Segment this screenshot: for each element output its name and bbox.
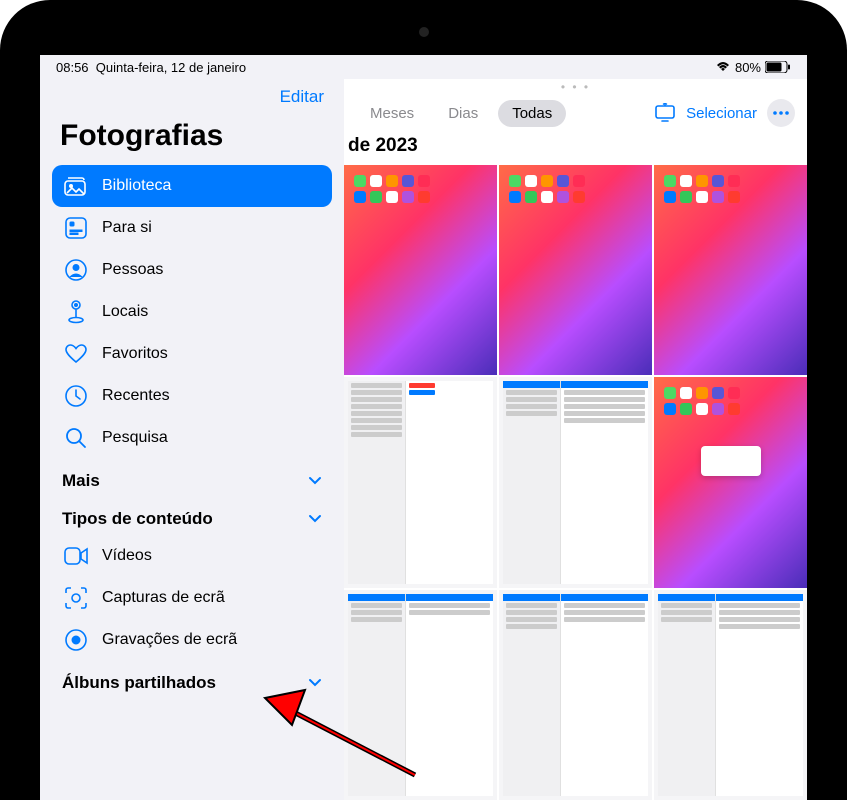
section-label: Tipos de conteúdo: [62, 509, 213, 529]
photo-thumbnail[interactable]: [654, 590, 807, 800]
sidebar-item-label: Capturas de ecrã: [102, 589, 225, 607]
chevron-down-icon: [308, 673, 322, 693]
photo-thumbnail[interactable]: [654, 165, 807, 375]
sidebar-item-label: Gravações de ecrã: [102, 631, 237, 649]
photo-thumbnail[interactable]: [499, 165, 652, 375]
edit-button[interactable]: Editar: [280, 87, 324, 107]
section-mais[interactable]: Mais: [52, 459, 332, 497]
sidebar-item-gravacoes[interactable]: Gravações de ecrã: [52, 619, 332, 661]
sidebar-item-videos[interactable]: Vídeos: [52, 535, 332, 577]
search-icon: [64, 426, 88, 450]
status-bar: 08:56 Quinta-feira, 12 de janeiro 80%: [40, 55, 807, 79]
clock-icon: [64, 384, 88, 408]
sidebar-item-label: Recentes: [102, 387, 170, 405]
sidebar-item-label: Pessoas: [102, 261, 163, 279]
select-button[interactable]: Selecionar: [686, 105, 757, 122]
drag-handle[interactable]: • • •: [344, 79, 807, 95]
status-datetime: 08:56 Quinta-feira, 12 de janeiro: [56, 60, 246, 75]
tab-dias[interactable]: Dias: [434, 100, 492, 127]
tab-meses[interactable]: Meses: [356, 100, 428, 127]
video-icon: [64, 544, 88, 568]
sidebar-item-label: Locais: [102, 303, 148, 321]
status-date: Quinta-feira, 12 de janeiro: [96, 60, 246, 75]
tab-todas[interactable]: Todas: [498, 100, 566, 127]
sidebar-item-favoritos[interactable]: Favoritos: [52, 333, 332, 375]
battery-pct: 80%: [735, 60, 761, 75]
people-icon: [64, 258, 88, 282]
date-header: de 2023: [344, 135, 807, 165]
status-right: 80%: [715, 60, 791, 75]
sidebar-item-label: Pesquisa: [102, 429, 168, 447]
sidebar-item-label: Para si: [102, 219, 152, 237]
chevron-down-icon: [308, 509, 322, 529]
sidebar-item-biblioteca[interactable]: Biblioteca: [52, 165, 332, 207]
photo-thumbnail[interactable]: [654, 377, 807, 587]
sidebar-item-locais[interactable]: Locais: [52, 291, 332, 333]
wifi-icon: [715, 61, 731, 73]
sidebar-item-recentes[interactable]: Recentes: [52, 375, 332, 417]
photo-thumbnail[interactable]: [499, 590, 652, 800]
ipad-frame: 08:56 Quinta-feira, 12 de janeiro 80% Ed…: [0, 0, 847, 800]
cast-button[interactable]: [654, 103, 676, 123]
battery-icon: [765, 61, 791, 73]
photo-thumbnail[interactable]: [499, 377, 652, 587]
toolbar: Meses Dias Todas Selecionar: [344, 95, 807, 135]
sidebar-item-pessoas[interactable]: Pessoas: [52, 249, 332, 291]
camera-dot: [419, 27, 429, 37]
photo-grid[interactable]: [344, 165, 807, 800]
heart-icon: [64, 342, 88, 366]
sidebar: Editar Fotografias Biblioteca Para si: [40, 79, 344, 800]
section-label: Mais: [62, 471, 100, 491]
photo-thumbnail[interactable]: [344, 590, 497, 800]
screen: 08:56 Quinta-feira, 12 de janeiro 80% Ed…: [40, 55, 807, 800]
screen-recording-icon: [64, 628, 88, 652]
content-area: Editar Fotografias Biblioteca Para si: [40, 79, 807, 800]
screenshot-icon: [64, 586, 88, 610]
photo-thumbnail[interactable]: [344, 377, 497, 587]
sidebar-item-label: Vídeos: [102, 547, 152, 565]
status-time: 08:56: [56, 60, 89, 75]
section-albuns[interactable]: Álbuns partilhados: [52, 661, 332, 699]
section-tipos[interactable]: Tipos de conteúdo: [52, 497, 332, 535]
places-icon: [64, 300, 88, 324]
more-button[interactable]: [767, 99, 795, 127]
view-segment: Meses Dias Todas: [356, 100, 566, 127]
sidebar-item-capturas[interactable]: Capturas de ecrã: [52, 577, 332, 619]
sidebar-item-label: Favoritos: [102, 345, 168, 363]
main-panel: • • • Meses Dias Todas Selecionar: [344, 79, 807, 800]
sidebar-title: Fotografias: [52, 117, 332, 165]
chevron-down-icon: [308, 471, 322, 491]
library-icon: [64, 174, 88, 198]
section-label: Álbuns partilhados: [62, 673, 216, 693]
sidebar-item-pesquisa[interactable]: Pesquisa: [52, 417, 332, 459]
photo-thumbnail[interactable]: [344, 165, 497, 375]
for-you-icon: [64, 216, 88, 240]
sidebar-item-label: Biblioteca: [102, 177, 171, 195]
sidebar-item-para-si[interactable]: Para si: [52, 207, 332, 249]
